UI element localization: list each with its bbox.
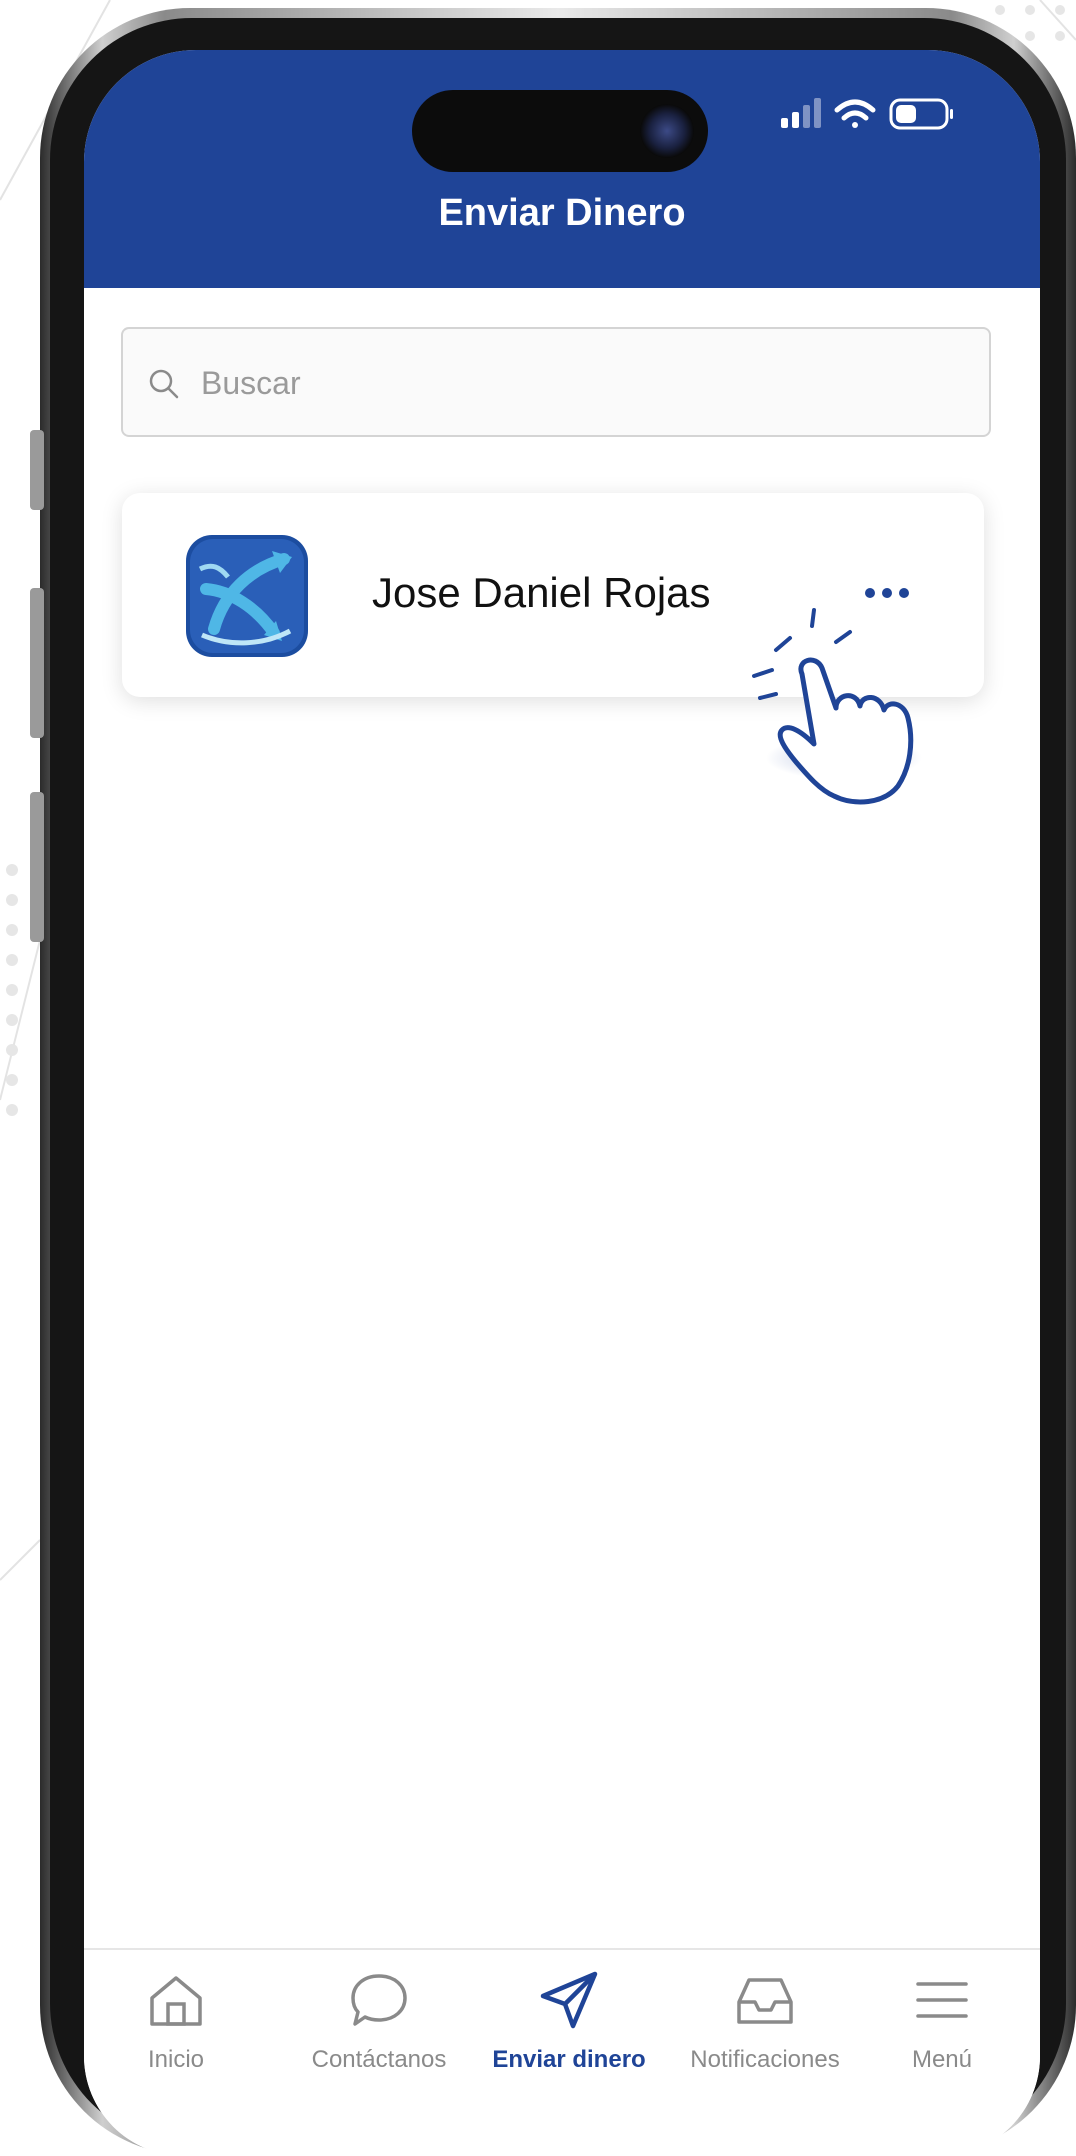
chat-icon: [351, 1974, 407, 2026]
nav-label-notificaciones: Notificaciones: [690, 2046, 840, 2073]
silent-switch: [30, 430, 44, 510]
home-icon: [150, 1976, 202, 2026]
tap-gesture-icon: [752, 608, 922, 805]
menu-icon: [916, 1982, 968, 2018]
search-bar[interactable]: [121, 327, 991, 437]
search-icon: [149, 369, 179, 399]
wifi-icon: [834, 99, 876, 128]
nav-item-enviar-dinero[interactable]: Enviar dinero: [488, 1950, 650, 2100]
contact-name: Jose Daniel Rojas: [372, 569, 711, 616]
nav-item-notificaciones[interactable]: Notificaciones: [670, 1950, 860, 2100]
app-screen: Enviar Dinero Jose Daniel Rojas: [84, 50, 1040, 2156]
signal-icon: [781, 98, 821, 128]
volume-down-button: [30, 792, 44, 942]
bottom-navigation: Inicio Contáctanos Enviar dinero Notific…: [84, 1948, 1040, 2156]
nav-label-contactanos: Contáctanos: [311, 2046, 447, 2073]
nav-item-inicio[interactable]: Inicio: [128, 1950, 224, 2100]
bank-logo-icon: [186, 535, 308, 657]
front-camera: [640, 104, 694, 158]
status-bar-icons: [781, 98, 953, 130]
volume-up-button: [30, 588, 44, 738]
nav-label-enviar-dinero: Enviar dinero: [492, 2046, 646, 2073]
nav-item-contactanos[interactable]: Contáctanos: [294, 1950, 464, 2100]
app-header: Enviar Dinero: [84, 50, 1040, 288]
nav-label-menu: Menú: [911, 2046, 973, 2073]
send-icon: [540, 1971, 598, 2029]
battery-icon: [889, 98, 953, 130]
nav-label-inicio: Inicio: [147, 2046, 205, 2073]
page-title: Enviar Dinero: [438, 192, 686, 234]
search-input[interactable]: [199, 351, 963, 415]
inbox-icon: [737, 1978, 793, 2024]
nav-item-menu[interactable]: Menú: [902, 1950, 982, 2100]
